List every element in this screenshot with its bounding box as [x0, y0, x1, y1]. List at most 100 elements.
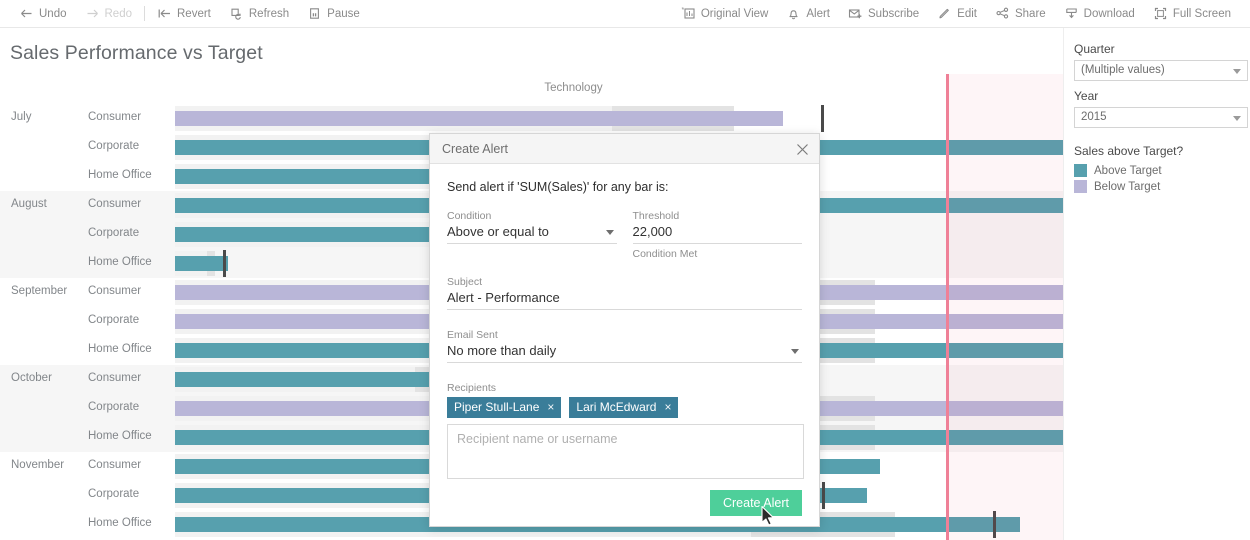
pause-icon: [307, 6, 322, 21]
year-filter-label: Year: [1074, 89, 1099, 103]
revert-button[interactable]: Revert: [148, 2, 220, 26]
create-alert-button[interactable]: Create Alert: [709, 490, 802, 516]
chevron-down-icon: [791, 349, 799, 354]
column-header-label: Technology: [544, 82, 603, 94]
month-label[interactable]: October: [11, 372, 52, 384]
target-tick: [822, 482, 825, 509]
remove-recipient-icon[interactable]: ×: [664, 400, 671, 414]
recipients-field: Recipients Piper Stull-Lane × Lari McEdw…: [447, 382, 804, 479]
recipient-chip-name: Lari McEdward: [576, 400, 657, 414]
refresh-button[interactable]: Refresh: [220, 2, 298, 26]
arrow-left-icon: [19, 6, 34, 21]
condition-field: Condition Above or equal to: [447, 210, 617, 260]
segment-label[interactable]: Corporate: [88, 314, 139, 326]
chevron-down-icon: [1233, 116, 1241, 121]
remove-recipient-icon[interactable]: ×: [547, 400, 554, 414]
segment-label[interactable]: Corporate: [88, 488, 139, 500]
segment-label[interactable]: Corporate: [88, 227, 139, 239]
segment-label[interactable]: Home Office: [88, 430, 152, 442]
year-filter-select[interactable]: 2015: [1074, 107, 1248, 128]
subject-value: Alert - Performance: [447, 290, 560, 305]
undo-label: Undo: [39, 7, 67, 20]
arrow-right-icon: [85, 6, 100, 21]
subscribe-button[interactable]: Subscribe: [839, 2, 928, 26]
segment-label[interactable]: Home Office: [88, 517, 152, 529]
month-label[interactable]: November: [11, 459, 64, 471]
recipient-placeholder: Recipient name or username: [457, 432, 618, 446]
quarter-filter-select[interactable]: (Multiple values): [1074, 60, 1248, 81]
column-header: Technology: [0, 82, 1063, 94]
email-sent-value: No more than daily: [447, 343, 557, 358]
email-sent-label: Email Sent: [447, 329, 498, 341]
value-bar[interactable]: [175, 111, 783, 126]
share-label: Share: [1014, 7, 1046, 20]
condition-select[interactable]: Above or equal to: [447, 223, 617, 244]
subject-input[interactable]: Alert - Performance: [447, 289, 802, 310]
recipient-chip-name: Piper Stull-Lane: [454, 400, 540, 414]
toolbar-right-group: * Original View Alert Subscribe Edit Sha…: [672, 2, 1250, 26]
download-button[interactable]: Download: [1055, 2, 1144, 26]
alert-label: Alert: [806, 7, 831, 20]
month-label[interactable]: July: [11, 111, 31, 123]
bell-icon: [786, 6, 801, 21]
segment-label[interactable]: Consumer: [88, 111, 141, 123]
legend-item-above-target[interactable]: Above Target: [1074, 164, 1238, 177]
dialog-footer: Create Alert: [430, 480, 819, 526]
email-sent-select[interactable]: No more than daily: [447, 342, 802, 363]
chevron-down-icon: [605, 230, 614, 235]
quarter-filter-label: Quarter: [1074, 42, 1115, 56]
chart-row[interactable]: July Consumer: [0, 104, 1063, 133]
refresh-label: Refresh: [248, 7, 290, 20]
segment-label[interactable]: Home Office: [88, 256, 152, 268]
original-view-button[interactable]: * Original View: [672, 2, 778, 26]
redo-button[interactable]: Redo: [76, 2, 142, 26]
threshold-input[interactable]: 22,000: [632, 223, 802, 244]
edit-label: Edit: [957, 7, 977, 20]
segment-label[interactable]: Home Office: [88, 169, 152, 181]
close-icon[interactable]: [793, 140, 811, 158]
segment-label[interactable]: Consumer: [88, 198, 141, 210]
fullscreen-icon: [1153, 6, 1168, 21]
subject-label: Subject: [447, 276, 483, 288]
undo-button[interactable]: Undo: [10, 2, 76, 26]
refresh-icon: [229, 6, 244, 21]
month-label[interactable]: September: [11, 285, 67, 297]
svg-text:*: *: [681, 7, 684, 14]
condition-label: Condition: [447, 210, 492, 222]
share-nodes-icon: [995, 6, 1010, 21]
alert-button[interactable]: Alert: [777, 2, 839, 26]
share-button[interactable]: Share: [986, 2, 1055, 26]
revert-icon: [157, 6, 172, 21]
recipient-chip[interactable]: Lari McEdward ×: [569, 397, 679, 418]
edit-button[interactable]: Edit: [928, 2, 986, 26]
segment-label[interactable]: Home Office: [88, 343, 152, 355]
legend-swatch: [1074, 180, 1087, 193]
segment-label[interactable]: Consumer: [88, 372, 141, 384]
recipient-search-input[interactable]: Recipient name or username: [447, 424, 804, 479]
segment-label[interactable]: Consumer: [88, 459, 141, 471]
segment-label[interactable]: Consumer: [88, 285, 141, 297]
dialog-header: Create Alert: [430, 134, 819, 164]
subject-field: Subject Alert - Performance: [447, 276, 802, 310]
pause-button[interactable]: Pause: [298, 2, 369, 26]
page-title: Sales Performance vs Target: [10, 42, 263, 64]
condition-value: Above or equal to: [447, 224, 549, 239]
month-label[interactable]: August: [11, 198, 47, 210]
redo-label: Redo: [104, 7, 133, 20]
legend-item-below-target[interactable]: Below Target: [1074, 180, 1238, 193]
condition-threshold-row: Condition Above or equal to Threshold 22…: [447, 210, 802, 260]
recipients-label: Recipients: [447, 382, 497, 394]
fullscreen-button[interactable]: Full Screen: [1144, 2, 1240, 26]
top-toolbar: Undo Redo Revert Refresh Pause * Origina…: [0, 0, 1250, 28]
target-tick: [821, 105, 824, 132]
filters-sidebar: Quarter (Multiple values) Year 2015 Sale…: [1063, 28, 1250, 540]
pencil-icon: [937, 6, 952, 21]
revert-label: Revert: [177, 7, 211, 20]
recipient-chip[interactable]: Piper Stull-Lane ×: [447, 397, 562, 418]
download-label: Download: [1083, 7, 1135, 20]
segment-label[interactable]: Corporate: [88, 140, 139, 152]
value-bar[interactable]: [175, 256, 228, 271]
dialog-title: Create Alert: [442, 141, 509, 156]
segment-label[interactable]: Corporate: [88, 401, 139, 413]
legend-label: Below Target: [1094, 180, 1161, 193]
